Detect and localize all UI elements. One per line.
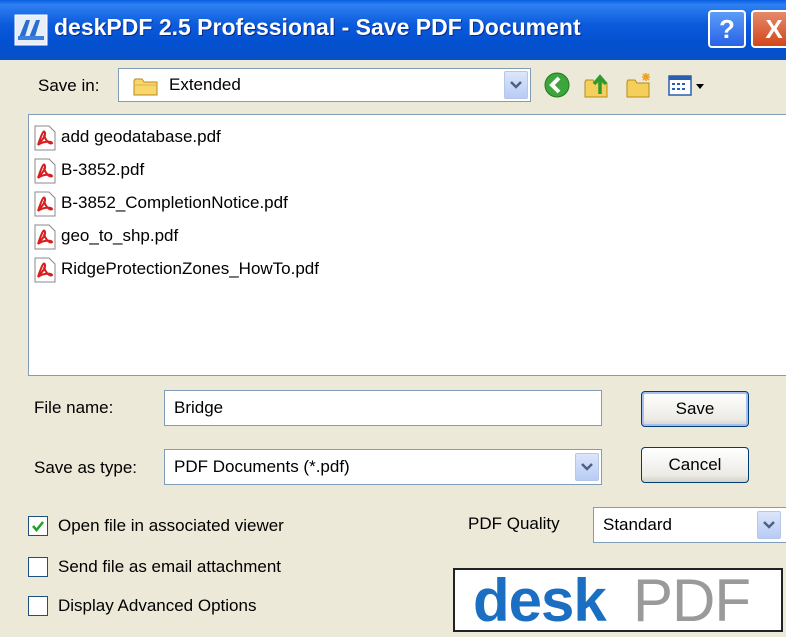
save-in-value: Extended	[169, 75, 241, 94]
back-icon[interactable]	[542, 70, 572, 100]
save-as-type-label: Save as type:	[34, 458, 138, 477]
folder-icon	[133, 78, 158, 96]
file-name-input[interactable]: Bridge	[164, 390, 602, 426]
deskpdf-logo: desk PDF	[453, 567, 783, 634]
logo-desk-text: desk	[473, 567, 607, 634]
save-as-type-dropdown-button[interactable]	[575, 453, 599, 481]
save-in-dropdown-button[interactable]	[504, 71, 528, 99]
help-icon: ?	[719, 14, 735, 44]
pdf-file-icon	[34, 125, 56, 151]
advanced-options-label: Display Advanced Options	[58, 596, 257, 615]
file-name: B-3852.pdf	[61, 160, 145, 179]
chevron-down-icon	[581, 463, 593, 471]
cancel-button[interactable]: Cancel	[641, 447, 749, 483]
file-name: B-3852_CompletionNotice.pdf	[61, 193, 288, 212]
save-as-type-dropdown[interactable]: PDF Documents (*.pdf)	[164, 449, 602, 485]
save-in-label: Save in:	[38, 76, 100, 95]
deskpdf-app-icon	[14, 14, 48, 46]
pdf-quality-dropdown[interactable]: Standard	[593, 507, 786, 543]
up-folder-icon[interactable]	[582, 70, 612, 100]
file-name-label: File name:	[34, 398, 114, 417]
pdf-quality-value: Standard	[603, 515, 672, 534]
title-bar[interactable]: deskPDF 2.5 Professional - Save PDF Docu…	[0, 0, 786, 60]
file-name: geo_to_shp.pdf	[61, 226, 179, 245]
send-email-label: Send file as email attachment	[58, 557, 282, 576]
chevron-down-icon	[763, 521, 775, 529]
file-name: RidgeProtectionZones_HowTo.pdf	[61, 259, 319, 278]
open-viewer-label: Open file in associated viewer	[58, 516, 284, 535]
window-title: deskPDF 2.5 Professional - Save PDF Docu…	[54, 14, 581, 40]
chevron-down-icon	[510, 81, 522, 89]
close-button[interactable]: X	[751, 10, 786, 48]
advanced-options-checkbox[interactable]	[28, 596, 48, 616]
save-button[interactable]: Save	[641, 391, 749, 427]
pdf-quality-dropdown-button[interactable]	[757, 511, 781, 539]
pdf-file-icon	[34, 158, 56, 184]
help-button[interactable]: ?	[708, 10, 746, 48]
checkmark-icon	[32, 521, 44, 532]
save-as-type-value: PDF Documents (*.pdf)	[174, 457, 350, 476]
view-menu-icon[interactable]	[666, 70, 708, 100]
logo-pdf-text: PDF	[633, 567, 751, 634]
save-in-dropdown[interactable]: Extended	[118, 68, 531, 102]
file-name-value: Bridge	[174, 398, 224, 417]
pdf-file-icon	[34, 224, 56, 250]
open-viewer-checkbox[interactable]	[28, 516, 48, 536]
close-icon: X	[765, 14, 783, 44]
pdf-file-icon	[34, 191, 56, 217]
file-list[interactable]: add geodatabase.pdf B-3852.pdf B-3852_Co…	[28, 114, 786, 376]
pdf-file-icon	[34, 257, 56, 283]
new-folder-icon[interactable]	[624, 70, 654, 100]
save-pdf-dialog: deskPDF 2.5 Professional - Save PDF Docu…	[0, 0, 786, 637]
pdf-quality-label: PDF Quality	[468, 514, 560, 533]
send-email-checkbox[interactable]	[28, 557, 48, 577]
file-name: add geodatabase.pdf	[61, 127, 221, 146]
